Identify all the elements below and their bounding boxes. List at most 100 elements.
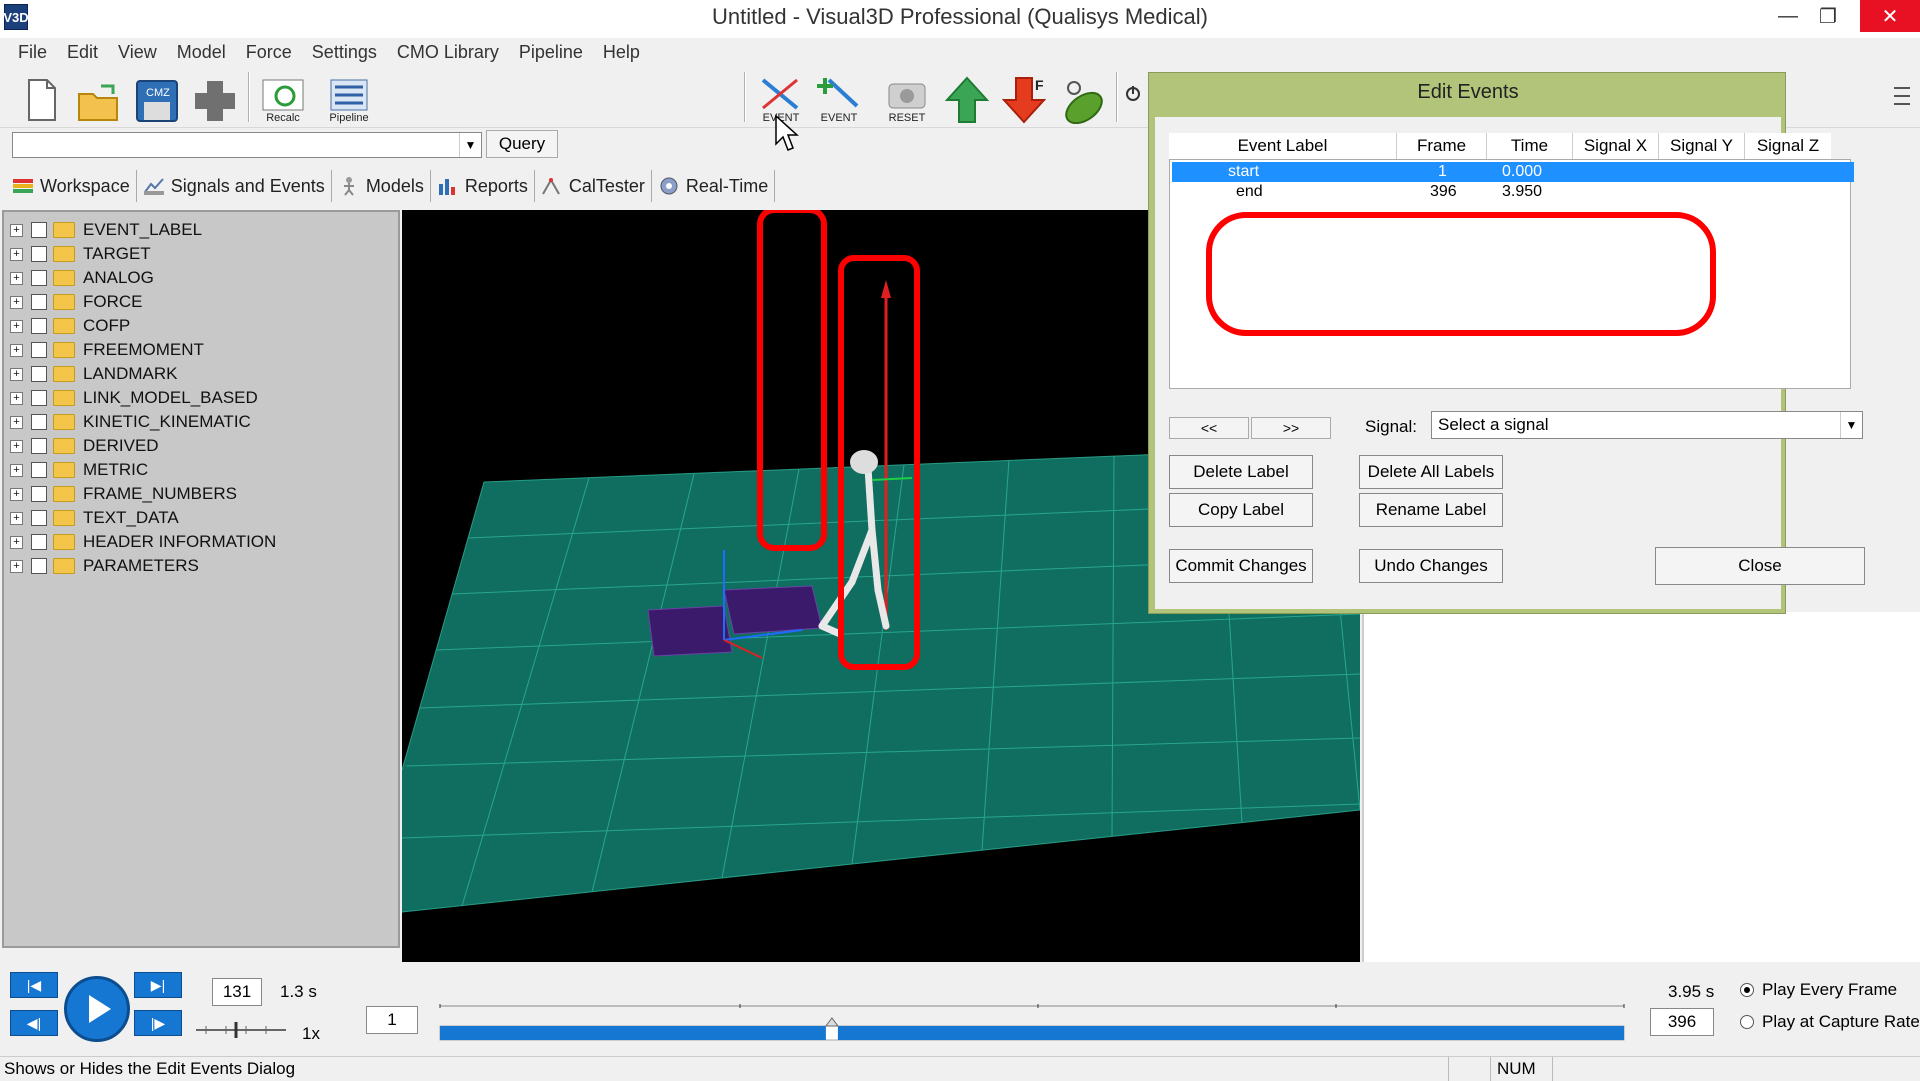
speed-slider[interactable] <box>196 1020 286 1040</box>
signal-combo[interactable]: Select a signal ▼ <box>1431 411 1863 439</box>
start-frame-input[interactable]: 1 <box>366 1006 418 1034</box>
plugin-button[interactable] <box>188 70 242 124</box>
expand-icon[interactable]: + <box>10 391 23 405</box>
tree-checkbox[interactable] <box>31 414 47 430</box>
tree-item-header-information[interactable]: + HEADER INFORMATION <box>10 530 276 554</box>
tree-checkbox[interactable] <box>31 318 47 334</box>
force-down-button[interactable]: F <box>998 70 1052 124</box>
toolbar-overflow-icon[interactable] <box>1892 84 1912 108</box>
step-forward-button[interactable]: |▶ <box>134 1010 182 1036</box>
tree-item-force[interactable]: + FORCE <box>10 290 143 314</box>
prev-event-button[interactable]: << <box>1169 417 1249 439</box>
query-button[interactable]: Query <box>486 130 558 158</box>
current-frame-input[interactable]: 131 <box>212 978 262 1006</box>
col-event-label[interactable]: Event Label <box>1169 133 1397 159</box>
tree-checkbox[interactable] <box>31 294 47 310</box>
menu-file[interactable]: File <box>8 38 57 66</box>
tree-checkbox[interactable] <box>31 222 47 238</box>
tree-item-text-data[interactable]: + TEXT_DATA <box>10 506 179 530</box>
rename-label-button[interactable]: Rename Label <box>1359 493 1503 527</box>
menu-force[interactable]: Force <box>236 38 302 66</box>
col-frame[interactable]: Frame <box>1397 133 1487 159</box>
commit-changes-button[interactable]: Commit Changes <box>1169 549 1313 583</box>
tree-checkbox[interactable] <box>31 438 47 454</box>
menu-view[interactable]: View <box>108 38 167 66</box>
reset-button[interactable]: RESET <box>880 70 934 124</box>
tree-checkbox[interactable] <box>31 270 47 286</box>
timeline-slider[interactable] <box>436 996 1628 1050</box>
minimize-button[interactable]: — <box>1766 0 1810 32</box>
expand-icon[interactable]: + <box>10 463 23 477</box>
go-to-start-button[interactable]: |◀ <box>10 972 58 998</box>
tab-signals-and-events[interactable]: Signals and Events <box>137 170 332 202</box>
menu-pipeline[interactable]: Pipeline <box>509 38 593 66</box>
power-button[interactable] <box>1122 70 1144 124</box>
copy-label-button[interactable]: Copy Label <box>1169 493 1313 527</box>
col-signal-y[interactable]: Signal Y <box>1659 133 1745 159</box>
tree-item-parameters[interactable]: + PARAMETERS <box>10 554 199 578</box>
menu-settings[interactable]: Settings <box>302 38 387 66</box>
radio-unselected[interactable] <box>1740 1015 1754 1029</box>
recalc-button[interactable]: Recalc <box>256 70 310 124</box>
menu-model[interactable]: Model <box>167 38 236 66</box>
expand-icon[interactable]: + <box>10 343 23 357</box>
tree-item-event-label[interactable]: + EVENT_LABEL <box>10 218 202 242</box>
expand-icon[interactable]: + <box>10 439 23 453</box>
menu-help[interactable]: Help <box>593 38 650 66</box>
tree-checkbox[interactable] <box>31 366 47 382</box>
expand-icon[interactable]: + <box>10 295 23 309</box>
add-event-button[interactable]: EVENT <box>812 70 866 124</box>
radio-selected[interactable] <box>1740 983 1754 997</box>
tab-caltester[interactable]: CalTester <box>535 170 652 202</box>
open-button[interactable] <box>72 70 126 124</box>
tree-item-analog[interactable]: + ANALOG <box>10 266 154 290</box>
col-time[interactable]: Time <box>1487 133 1573 159</box>
expand-icon[interactable]: + <box>10 367 23 381</box>
col-signal-z[interactable]: Signal Z <box>1745 133 1831 159</box>
tree-item-landmark[interactable]: + LANDMARK <box>10 362 177 386</box>
tree-checkbox[interactable] <box>31 390 47 406</box>
tree-item-kinetic-kinematic[interactable]: + KINETIC_KINEMATIC <box>10 410 251 434</box>
tree-item-link-model-based[interactable]: + LINK_MODEL_BASED <box>10 386 258 410</box>
play-button[interactable] <box>64 976 130 1042</box>
tab-models[interactable]: Models <box>332 170 431 202</box>
expand-icon[interactable]: + <box>10 247 23 261</box>
go-to-end-button[interactable]: ▶| <box>134 972 182 998</box>
close-window-button[interactable]: ✕ <box>1860 0 1920 32</box>
tree-item-metric[interactable]: + METRIC <box>10 458 148 482</box>
tree-checkbox[interactable] <box>31 246 47 262</box>
tree-checkbox[interactable] <box>31 486 47 502</box>
play-at-capture-rate-option[interactable]: Play at Capture Rate <box>1740 1012 1920 1032</box>
step-back-button[interactable]: ◀| <box>10 1010 58 1036</box>
maximize-button[interactable]: ❐ <box>1806 0 1850 32</box>
up-arrow-button[interactable] <box>940 70 994 124</box>
undo-changes-button[interactable]: Undo Changes <box>1359 549 1503 583</box>
play-every-frame-option[interactable]: Play Every Frame <box>1740 980 1897 1000</box>
next-event-button[interactable]: >> <box>1251 417 1331 439</box>
col-signal-x[interactable]: Signal X <box>1573 133 1659 159</box>
expand-icon[interactable]: + <box>10 559 23 573</box>
menu-cmo-library[interactable]: CMO Library <box>387 38 509 66</box>
expand-icon[interactable]: + <box>10 535 23 549</box>
tab-reports[interactable]: Reports <box>431 170 535 202</box>
expand-icon[interactable]: + <box>10 487 23 501</box>
delete-all-labels-button[interactable]: Delete All Labels <box>1359 455 1503 489</box>
tree-checkbox[interactable] <box>31 510 47 526</box>
expand-icon[interactable]: + <box>10 415 23 429</box>
end-frame-input[interactable]: 396 <box>1650 1008 1714 1036</box>
tree-item-freemoment[interactable]: + FREEMOMENT <box>10 338 204 362</box>
tab-real-time[interactable]: Real-Time <box>652 170 776 202</box>
tree-checkbox[interactable] <box>31 558 47 574</box>
new-file-button[interactable] <box>14 70 68 124</box>
tab-workspace[interactable]: Workspace <box>6 170 137 202</box>
tree-checkbox[interactable] <box>31 534 47 550</box>
tree-checkbox[interactable] <box>31 462 47 478</box>
query-combo[interactable]: ▼ <box>12 132 482 158</box>
expand-icon[interactable]: + <box>10 271 23 285</box>
tree-item-target[interactable]: + TARGET <box>10 242 151 266</box>
event-list[interactable]: start 1 0.000 end 396 3.950 <box>1169 159 1854 389</box>
menu-edit[interactable]: Edit <box>57 38 108 66</box>
delete-label-button[interactable]: Delete Label <box>1169 455 1313 489</box>
chevron-down-icon[interactable]: ▼ <box>459 133 481 157</box>
expand-icon[interactable]: + <box>10 511 23 525</box>
